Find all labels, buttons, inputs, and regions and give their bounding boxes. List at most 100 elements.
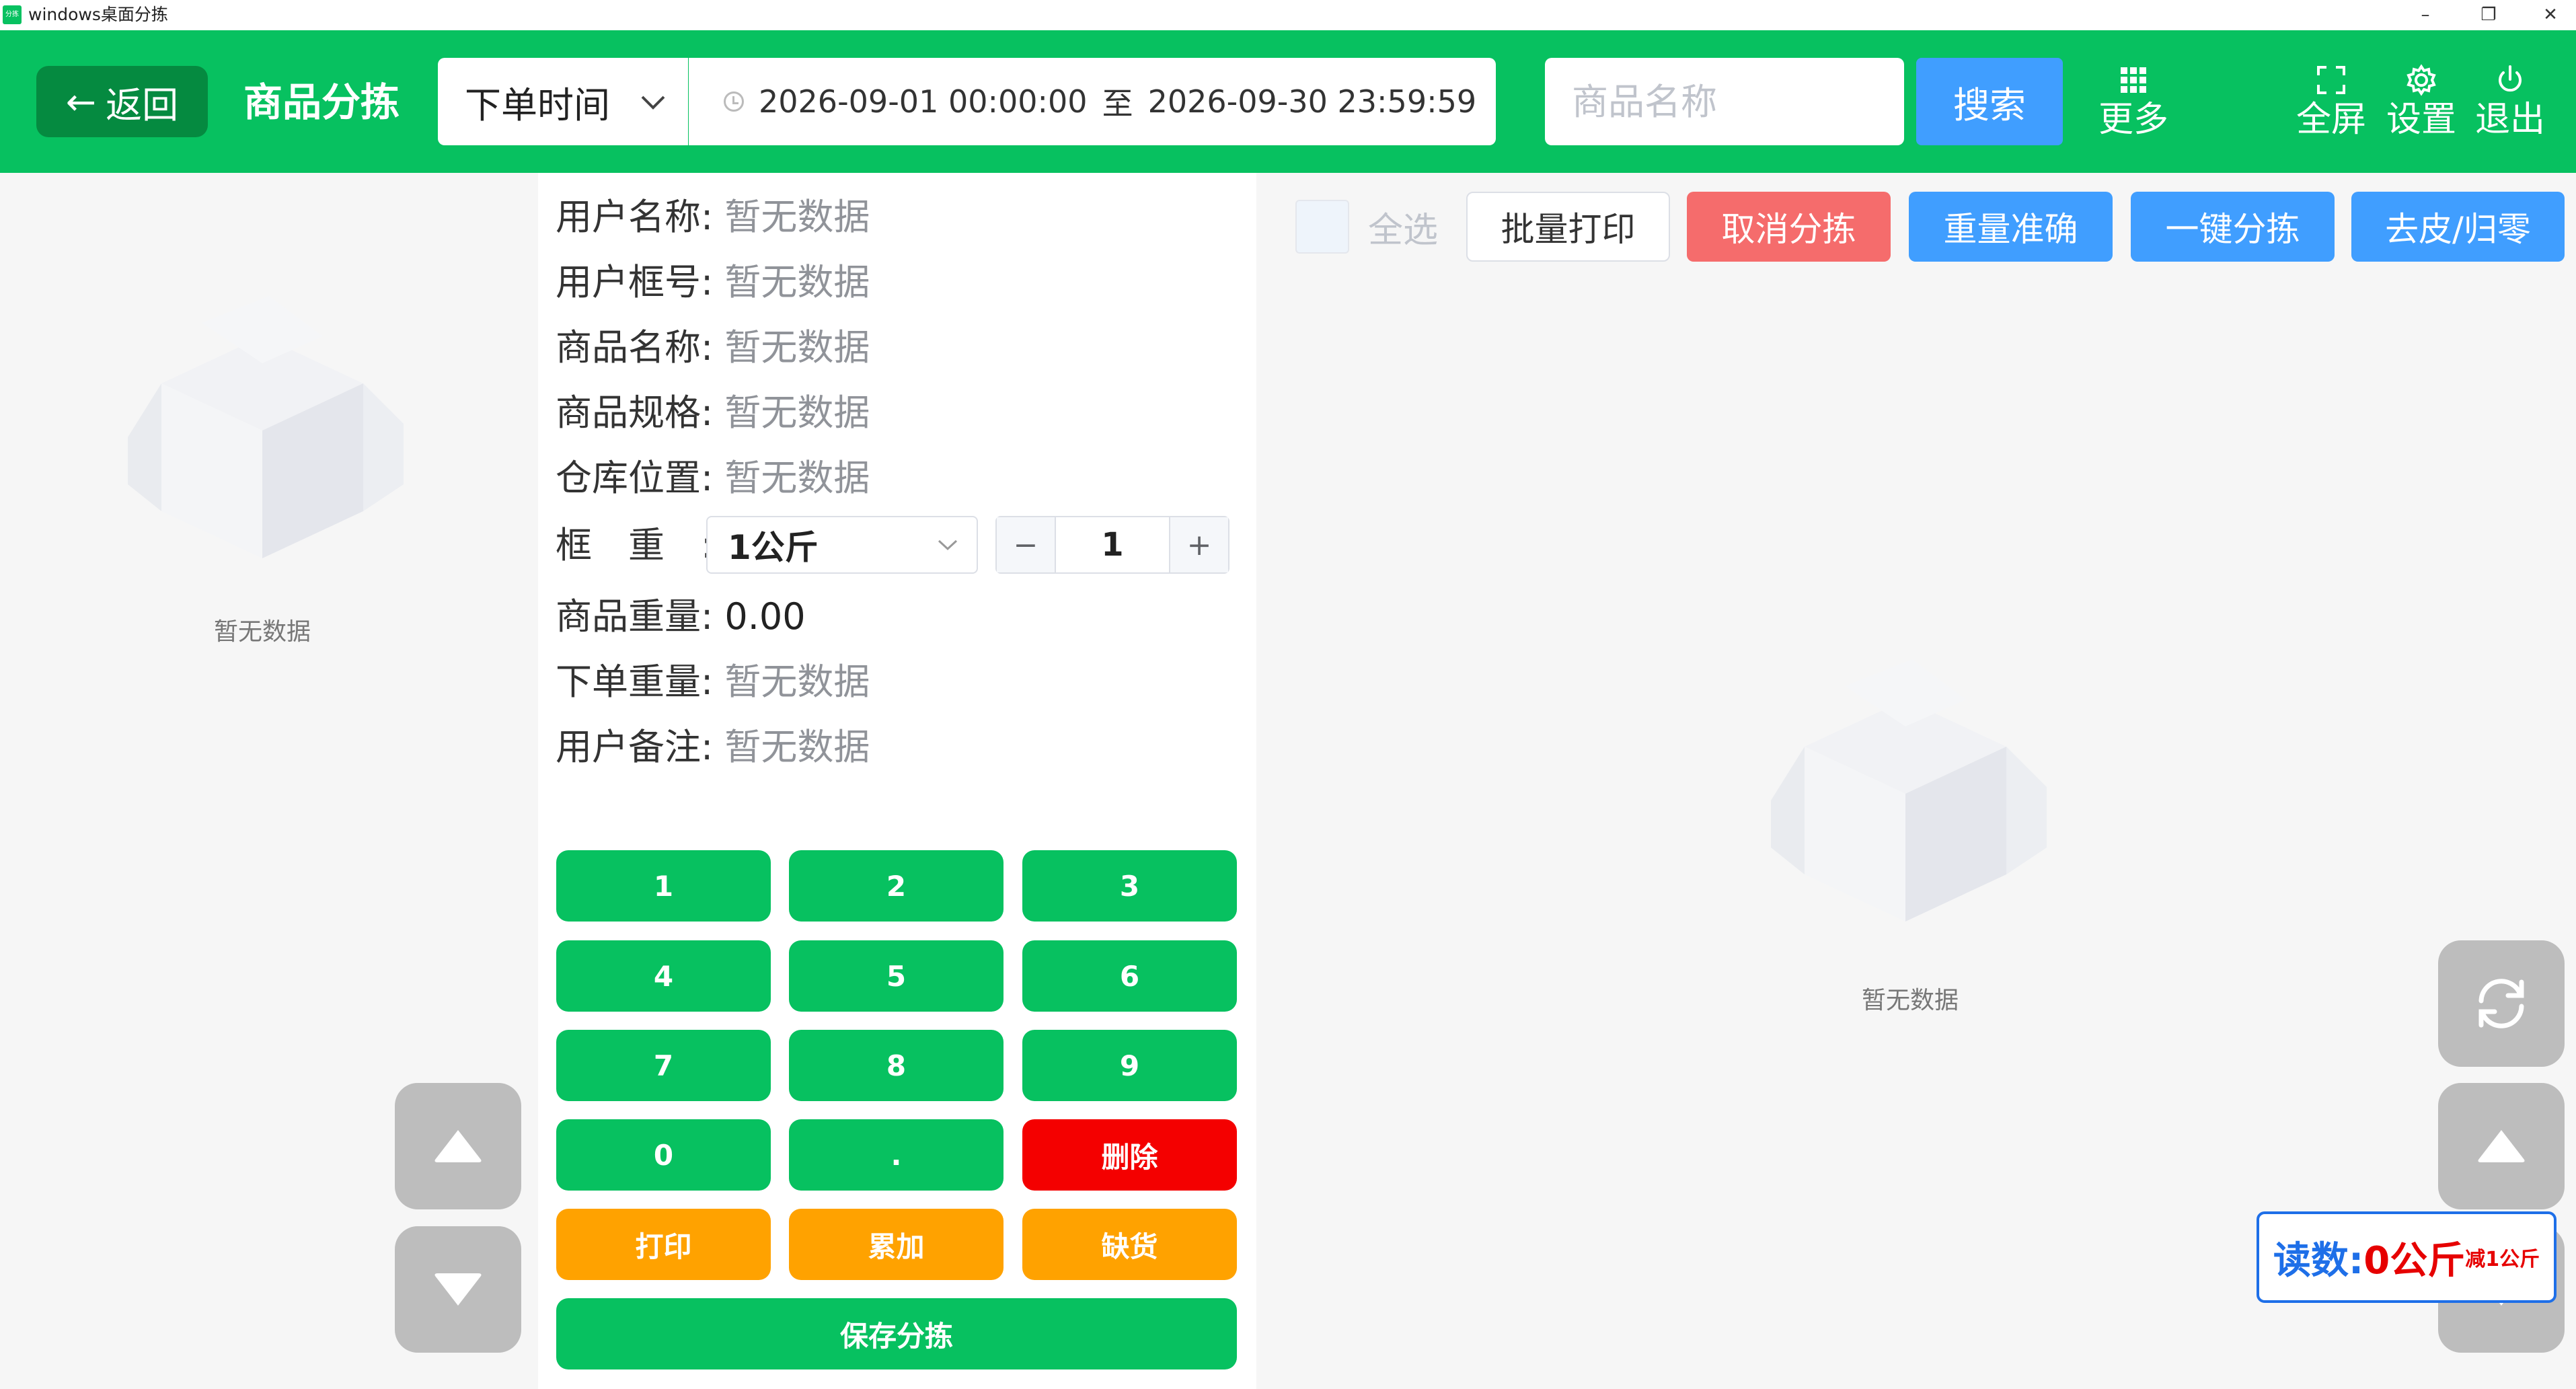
refresh-icon — [2478, 979, 2524, 1028]
key-3[interactable]: 3 — [1022, 850, 1237, 922]
search-input[interactable] — [1545, 58, 1904, 145]
checkbox-box[interactable] — [1295, 200, 1349, 254]
info-value: 暂无数据 — [724, 261, 870, 303]
left-scroll-up-button[interactable] — [395, 1083, 521, 1209]
key-8[interactable]: 8 — [789, 1030, 1003, 1101]
info-value: 0.00 — [724, 595, 806, 638]
fullscreen-button[interactable]: 全屏 — [2289, 61, 2373, 148]
info-value: 暂无数据 — [724, 661, 870, 703]
back-button[interactable]: ← 返回 — [36, 66, 208, 137]
key-0[interactable]: 0 — [556, 1119, 771, 1191]
grid-icon — [2121, 67, 2146, 93]
info-label: 商品名称: — [556, 326, 714, 369]
info-row-user-note: 用户备注: 暂无数据 — [556, 717, 870, 778]
qty-value[interactable]: 1 — [1055, 517, 1170, 572]
caret-down-icon — [434, 1273, 482, 1306]
frame-weight-label: 框 重 : — [556, 524, 714, 566]
key-9[interactable]: 9 — [1022, 1030, 1237, 1101]
key-7[interactable]: 7 — [556, 1030, 771, 1101]
key-1[interactable]: 1 — [556, 850, 771, 922]
save-sorting-button[interactable]: 保存分拣 — [556, 1298, 1237, 1369]
info-label: 用户名称: — [556, 196, 714, 238]
fullscreen-icon — [2317, 66, 2345, 94]
gear-icon — [2407, 64, 2436, 96]
chevron-down-icon — [641, 96, 665, 110]
info-label: 仓库位置: — [556, 457, 714, 499]
cancel-sorting-button[interactable]: 取消分拣 — [1687, 192, 1891, 262]
tare-zero-button[interactable]: 去皮/归零 — [2351, 192, 2565, 262]
window-title: windows桌面分拣 — [28, 5, 168, 24]
key-2[interactable]: 2 — [789, 850, 1003, 922]
right-scroll-up-button[interactable] — [2438, 1083, 2565, 1209]
left-empty-text: 暂无数据 — [213, 618, 311, 646]
key-dot[interactable]: . — [789, 1119, 1003, 1191]
qty-plus-button[interactable]: + — [1170, 517, 1228, 572]
weight-accurate-button[interactable]: 重量准确 — [1909, 192, 2113, 262]
settings-label: 设置 — [2386, 100, 2456, 140]
caret-up-icon — [434, 1130, 482, 1162]
date-separator: 至 — [1102, 85, 1133, 122]
print-button[interactable]: 打印 — [556, 1209, 771, 1280]
info-row-user-frame: 用户框号: 暂无数据 — [556, 252, 870, 313]
reading-label: 读数: — [2273, 1238, 2364, 1283]
close-button[interactable]: ✕ — [2517, 0, 2576, 30]
left-scroll-down-button[interactable] — [395, 1226, 521, 1353]
chevron-down-icon — [938, 539, 958, 551]
key-4[interactable]: 4 — [556, 940, 771, 1012]
exit-button[interactable]: 退出 — [2468, 61, 2552, 148]
refresh-button[interactable] — [2438, 940, 2565, 1067]
key-6[interactable]: 6 — [1022, 940, 1237, 1012]
search-button[interactable]: 搜索 — [1916, 58, 2063, 145]
window-titlebar — [0, 0, 2576, 30]
accumulate-button[interactable]: 累加 — [789, 1209, 1003, 1280]
exit-label: 退出 — [2474, 100, 2545, 140]
info-label: 用户框号: — [556, 261, 714, 303]
page-title: 商品分拣 — [243, 79, 400, 125]
app-logo-icon: 分拣 — [3, 5, 22, 24]
info-row-order-weight: 下单重量: 暂无数据 — [556, 652, 870, 712]
info-value: 暂无数据 — [724, 726, 870, 768]
delete-key[interactable]: 删除 — [1022, 1119, 1237, 1191]
minimize-button[interactable]: – — [2392, 0, 2459, 30]
batch-print-button[interactable]: 批量打印 — [1466, 192, 1670, 262]
info-row-product-spec: 商品规格: 暂无数据 — [556, 383, 870, 443]
info-label: 下单重量: — [556, 661, 714, 703]
empty-box-icon — [1771, 659, 2047, 922]
more-button[interactable]: 更多 — [2092, 61, 2175, 148]
qty-minus-button[interactable]: − — [997, 517, 1055, 572]
right-empty-text: 暂无数据 — [1861, 987, 1959, 1014]
frame-weight-value: 1公斤 — [728, 528, 819, 567]
select-all-checkbox[interactable]: 全选 — [1295, 196, 1438, 257]
caret-up-icon — [2478, 1130, 2525, 1162]
back-label: 返回 — [106, 83, 179, 126]
one-click-sort-button[interactable]: 一键分拣 — [2131, 192, 2335, 262]
info-value: 暂无数据 — [724, 457, 870, 499]
select-all-label: 全选 — [1368, 210, 1439, 251]
settings-button[interactable]: 设置 — [2380, 61, 2463, 148]
info-row-warehouse: 仓库位置: 暂无数据 — [556, 448, 870, 509]
info-label: 商品规格: — [556, 391, 714, 434]
date-start: 2026-09-01 00:00:00 — [759, 83, 1088, 120]
key-5[interactable]: 5 — [789, 940, 1003, 1012]
info-label: 商品重量: — [556, 595, 714, 638]
info-value: 暂无数据 — [724, 196, 870, 238]
info-value: 暂无数据 — [724, 326, 870, 369]
info-value: 暂无数据 — [724, 391, 870, 434]
frame-qty-stepper: − 1 + — [995, 516, 1229, 574]
empty-box-icon — [128, 296, 404, 558]
out-of-stock-button[interactable]: 缺货 — [1022, 1209, 1237, 1280]
restore-button[interactable]: ❐ — [2455, 0, 2522, 30]
date-end: 2026-09-30 23:59:59 — [1147, 83, 1477, 120]
power-icon — [2499, 65, 2522, 92]
frame-weight-select[interactable]: 1公斤 — [706, 516, 978, 574]
info-row-product-name: 商品名称: 暂无数据 — [556, 317, 870, 378]
fullscreen-label: 全屏 — [2296, 100, 2366, 140]
clock-icon — [724, 91, 744, 112]
back-arrow-icon: ← — [65, 80, 97, 123]
info-row-product-weight: 商品重量: 0.00 — [556, 587, 806, 647]
date-range-picker[interactable]: 2026-09-01 00:00:00 至 2026-09-30 23:59:5… — [689, 58, 1496, 145]
info-label: 用户备注: — [556, 726, 714, 768]
scale-reading-display: 读数: 0公斤 减1公斤 — [2257, 1211, 2556, 1303]
time-type-select[interactable]: 下单时间 — [438, 58, 688, 145]
info-row-user-name: 用户名称: 暂无数据 — [556, 187, 870, 248]
